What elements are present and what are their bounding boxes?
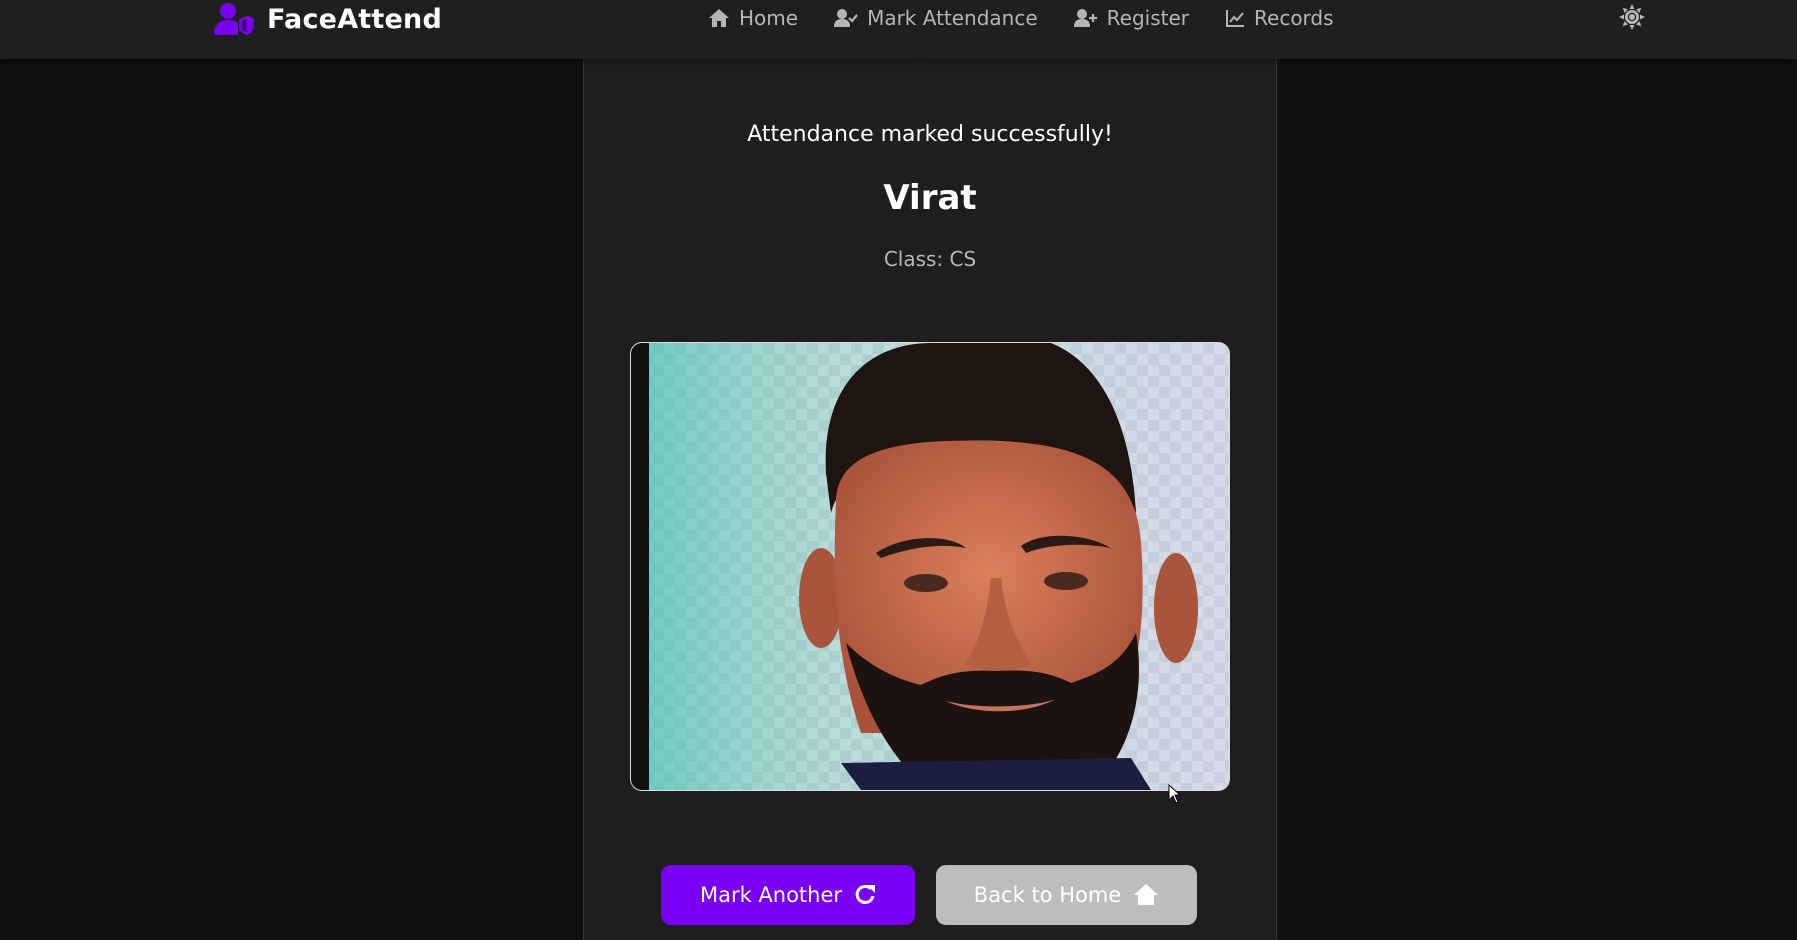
student-class: Class: CS xyxy=(883,247,977,271)
nav-register-label: Register xyxy=(1106,6,1190,30)
mark-another-button[interactable]: Mark Another xyxy=(661,865,915,925)
mark-another-label: Mark Another xyxy=(699,883,843,907)
nav-links: Home Mark Attendance Register Records xyxy=(708,0,1334,36)
chart-line-icon xyxy=(1225,8,1245,28)
navbar: FaceAttend Home Mark Attendance Register… xyxy=(0,0,1797,59)
brand-name: FaceAttend xyxy=(267,3,442,35)
user-plus-icon xyxy=(1073,8,1098,28)
back-to-home-label: Back to Home xyxy=(973,883,1122,907)
nav-home[interactable]: Home xyxy=(708,6,798,30)
nav-records-label: Records xyxy=(1254,6,1334,30)
nav-mark-attendance[interactable]: Mark Attendance xyxy=(834,6,1038,30)
nav-records[interactable]: Records xyxy=(1225,6,1334,30)
mouse-cursor-icon xyxy=(1168,783,1182,808)
home-icon xyxy=(1133,883,1159,910)
home-icon xyxy=(708,8,730,28)
theme-toggle-button[interactable] xyxy=(1619,4,1645,30)
nav-register[interactable]: Register xyxy=(1073,6,1190,30)
back-to-home-button[interactable]: Back to Home xyxy=(936,865,1197,925)
success-message: Attendance marked successfully! xyxy=(747,122,1113,147)
sun-icon xyxy=(1619,4,1645,34)
brand[interactable]: FaceAttend xyxy=(213,0,442,38)
captured-photo xyxy=(630,342,1230,791)
user-check-icon xyxy=(834,8,858,28)
user-shield-icon xyxy=(213,2,255,36)
nav-mark-attendance-label: Mark Attendance xyxy=(867,6,1038,30)
nav-home-label: Home xyxy=(739,6,799,30)
redo-icon xyxy=(854,883,876,910)
student-name: Virat xyxy=(883,178,977,218)
